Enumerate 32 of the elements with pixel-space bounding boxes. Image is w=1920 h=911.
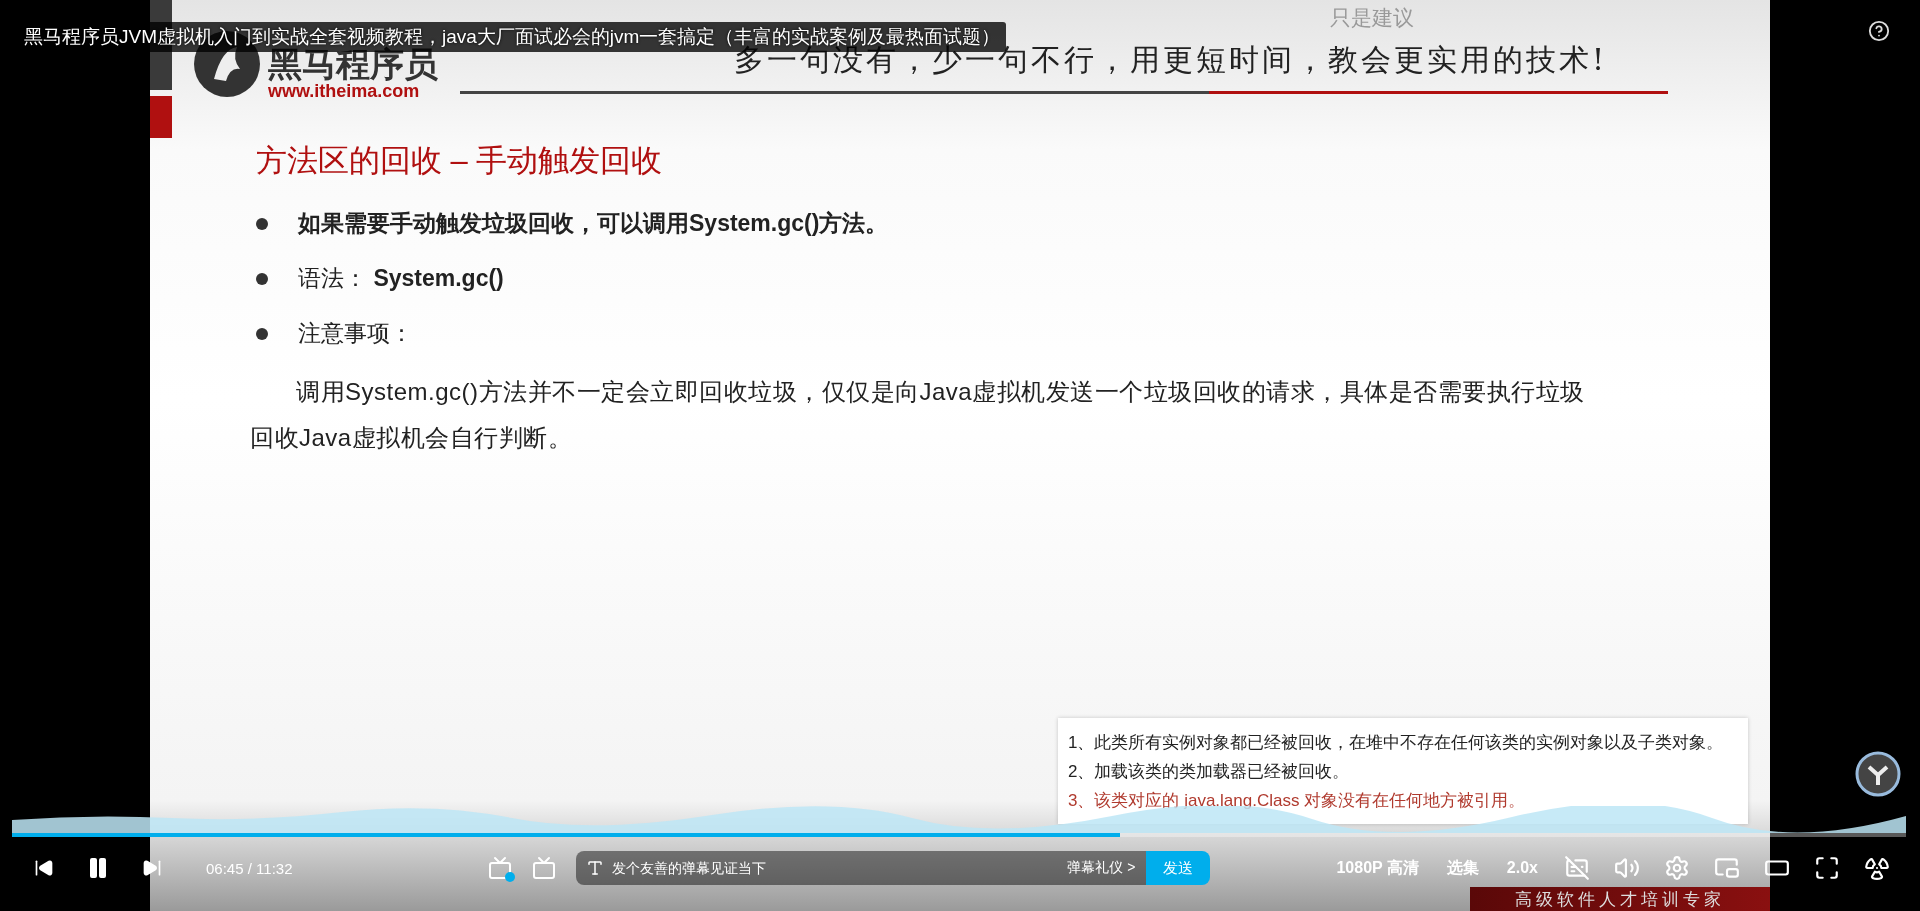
danmaku-comment: 只是建议 [1330,5,1414,31]
logo-url: www.itheima.com [268,80,420,102]
danmaku-toggle[interactable] [487,856,512,880]
bullet-text: 如果需要手动触发垃圾回收，可以调用System.gc()方法。 [298,209,889,238]
popup-line: 2、加载该类的类加载器已经被回收。 [1068,760,1351,783]
time-display: 06:45 / 11:32 [206,859,293,877]
bullet-dot [256,272,268,285]
slide-title: 方法区的回收 – 手动触发回收 [256,142,664,180]
help-icon[interactable] [1868,20,1890,42]
radiation-icon[interactable] [1864,855,1890,881]
next-button[interactable] [142,858,162,878]
speed-button[interactable]: 2.0x [1506,859,1538,877]
slide-paragraph: 调用System.gc()方法并不一定会立即回收垃圾，仅仅是向Java虚拟机发送一个垃圾回收的请求，具体是否需要执行垃圾回收Java虚拟机会自行判断。 [250,377,1586,453]
previous-button[interactable] [34,858,54,878]
danmaku-input-field[interactable]: 发个友善的弹幕见证当下 弹幕礼仪 > [575,851,1146,885]
send-button[interactable]: 发送 [1145,851,1210,885]
popup-line: 3、该类对应的 java.lang.Class 对象没有在任何地方被引用。 [1068,789,1527,812]
fullscreen-button[interactable] [1814,855,1840,881]
episodes-button[interactable]: 选集 [1446,857,1479,879]
etiquette-link[interactable]: 弹幕礼仪 > [1067,859,1136,877]
bullet-text: 语法： System.gc() [298,264,504,293]
quality-button[interactable]: 1080P 高清 [1336,857,1419,879]
slide-banner: 高级软件人才培训专家 [1470,887,1770,911]
text-style-icon[interactable] [585,859,604,877]
slide-side-bar [150,96,172,138]
bullet-dot [256,217,268,230]
bullet-text: 注意事项： [298,319,413,348]
popup-line: 1、此类所有实例对象都已经被回收，在堆中不存在任何该类的实例对象以及子类对象。 [1068,731,1725,754]
progress-track[interactable] [12,833,1906,837]
bullet-dot [256,327,268,340]
subtitles-toggle[interactable] [1564,855,1590,881]
assistant-icon[interactable] [1855,751,1901,797]
